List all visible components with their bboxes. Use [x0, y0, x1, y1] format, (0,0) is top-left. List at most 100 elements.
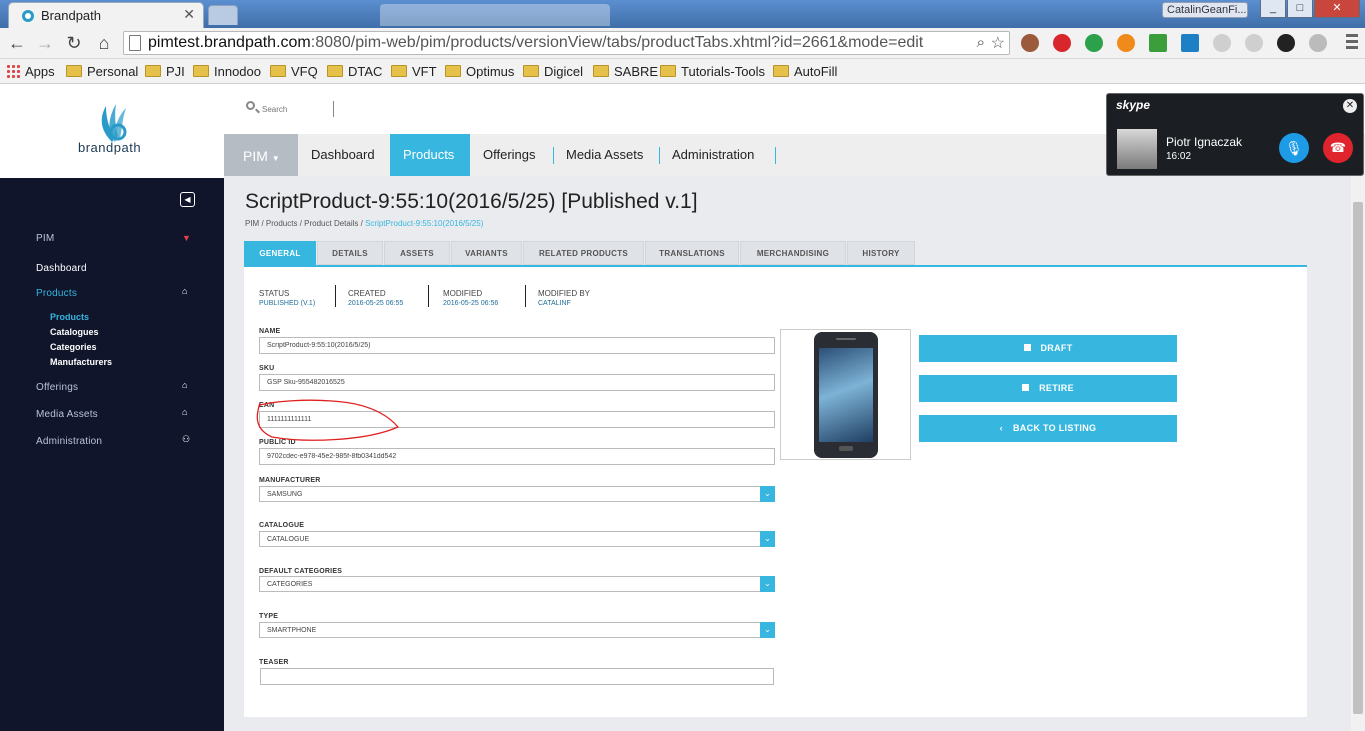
- bookmark-folder[interactable]: PJI: [145, 63, 185, 81]
- reload-icon[interactable]: ↻: [63, 32, 85, 54]
- sidebar-subitem-products[interactable]: Products: [50, 312, 89, 322]
- close-tab-icon[interactable]: ✕: [183, 6, 195, 23]
- background-window-tab: [380, 4, 610, 26]
- public-id-field[interactable]: [259, 448, 775, 465]
- bookmark-folder[interactable]: Tutorials-Tools: [660, 63, 765, 81]
- bookmark-folder[interactable]: Personal: [66, 63, 138, 81]
- search-extension-icon[interactable]: [1213, 34, 1231, 52]
- sidebar-subitem-catalogues[interactable]: Catalogues: [50, 327, 99, 337]
- tab-assets[interactable]: ASSETS: [384, 241, 450, 265]
- zoom-icon[interactable]: ⌕: [977, 34, 985, 51]
- search-input[interactable]: [262, 101, 334, 117]
- extension-beta-icon[interactable]: [1181, 34, 1199, 52]
- extension-icon[interactable]: [1021, 34, 1039, 52]
- tab-translations[interactable]: TRANSLATIONS: [645, 241, 739, 265]
- nav-media-assets[interactable]: Media Assets: [553, 134, 656, 176]
- adblock-icon[interactable]: [1053, 34, 1071, 52]
- phone-speaker: [836, 338, 856, 340]
- extension-icon[interactable]: [1277, 34, 1295, 52]
- back-to-listing-button[interactable]: ‹ BACK TO LISTING: [919, 415, 1177, 442]
- sidebar-item-dashboard[interactable]: Dashboard: [36, 263, 87, 274]
- chevron-down-icon[interactable]: ⌄: [760, 622, 775, 638]
- home-icon[interactable]: ⌂: [93, 32, 115, 54]
- brandpath-logo-icon[interactable]: [92, 102, 132, 142]
- bookmark-apps[interactable]: Apps: [6, 63, 55, 81]
- tab-details[interactable]: DETAILS: [317, 241, 383, 265]
- default-categories-select[interactable]: CATEGORIES ⌄: [259, 576, 775, 592]
- extension-icon[interactable]: [1117, 34, 1135, 52]
- bookmark-folder[interactable]: VFQ: [270, 63, 318, 81]
- bookmark-folder[interactable]: Digicel: [523, 63, 583, 81]
- tab-history[interactable]: HISTORY: [847, 241, 915, 265]
- breadcrumb-link[interactable]: Product Details: [304, 219, 358, 228]
- close-icon[interactable]: ✕: [1343, 99, 1357, 113]
- back-arrow-icon[interactable]: ←: [6, 32, 28, 54]
- status-value: PUBLISHED (V.1): [259, 300, 316, 307]
- name-field[interactable]: [259, 337, 775, 354]
- sidebar-subitem-categories[interactable]: Categories: [50, 342, 97, 352]
- breadcrumb-link[interactable]: PIM: [245, 219, 259, 228]
- bookmark-folder[interactable]: Optimus: [445, 63, 514, 81]
- bookmark-folder[interactable]: AutoFill: [773, 63, 837, 81]
- profile-badge[interactable]: CatalinGeanFi...: [1162, 2, 1248, 18]
- maximize-window-button[interactable]: □: [1287, 0, 1313, 18]
- bookmark-folder[interactable]: VFT: [391, 63, 437, 81]
- browser-menu-icon[interactable]: [1346, 34, 1358, 52]
- modified-label: MODIFIED: [443, 289, 483, 298]
- draft-button[interactable]: DRAFT: [919, 335, 1177, 362]
- extension-new-icon[interactable]: [1085, 34, 1103, 52]
- sidebar-item-products[interactable]: Products: [36, 288, 77, 299]
- tab-variants[interactable]: VARIANTS: [451, 241, 522, 265]
- bookmark-folder[interactable]: DTAC: [327, 63, 382, 81]
- chevron-down-icon[interactable]: ⌄: [760, 576, 775, 592]
- search-extension-icon[interactable]: [1245, 34, 1263, 52]
- pim-module-dropdown[interactable]: PIM ▼: [224, 134, 298, 176]
- bookmark-folder[interactable]: SABRE: [593, 63, 658, 81]
- tab-related-products[interactable]: RELATED PRODUCTS: [523, 241, 644, 265]
- manufacturer-select[interactable]: SAMSUNG ⌄: [259, 486, 775, 502]
- folder-icon: [660, 65, 676, 77]
- type-select[interactable]: SMARTPHONE ⌄: [259, 622, 775, 638]
- mute-microphone-icon[interactable]: 🎙: [1279, 133, 1309, 163]
- sidebar-item-administration[interactable]: Administration: [36, 436, 102, 447]
- forward-arrow-icon[interactable]: →: [34, 32, 56, 54]
- nav-offerings[interactable]: Offerings: [470, 134, 549, 176]
- extension-icon[interactable]: [1149, 34, 1167, 52]
- sidebar-item-media-assets[interactable]: Media Assets: [36, 409, 98, 420]
- sidebar-subitem-manufacturers[interactable]: Manufacturers: [50, 357, 112, 367]
- nav-dashboard[interactable]: Dashboard: [298, 134, 388, 176]
- tab-merchandising[interactable]: MERCHANDISING: [740, 241, 846, 265]
- folder-icon: [445, 65, 461, 77]
- logo-area: brandpath: [0, 84, 224, 178]
- product-image[interactable]: [780, 329, 911, 460]
- browser-tab[interactable]: Brandpath ✕: [8, 2, 204, 28]
- chevron-down-icon[interactable]: ⌄: [760, 486, 775, 502]
- page-scrollbar[interactable]: [1351, 176, 1365, 731]
- scrollbar-thumb[interactable]: [1353, 202, 1363, 714]
- address-bar[interactable]: pimtest.brandpath.com:8080/pim-web/pim/p…: [123, 31, 1010, 55]
- teaser-field[interactable]: [260, 668, 774, 685]
- draft-icon: [1023, 344, 1031, 351]
- hang-up-icon[interactable]: ☎: [1323, 133, 1353, 163]
- type-value: SMARTPHONE: [267, 627, 317, 634]
- close-window-button[interactable]: ✕: [1314, 0, 1360, 18]
- minimize-window-button[interactable]: _: [1260, 0, 1286, 18]
- chevron-down-icon[interactable]: ⌄: [760, 531, 775, 547]
- retire-icon: [1022, 384, 1030, 391]
- nav-administration[interactable]: Administration: [659, 134, 767, 176]
- breadcrumb-link[interactable]: Products: [266, 219, 298, 228]
- collapse-sidebar-icon[interactable]: ◀: [180, 192, 195, 207]
- chevron-down-icon[interactable]: ▼: [182, 233, 191, 243]
- sidebar-item-pim[interactable]: PIM: [36, 233, 54, 244]
- sku-field[interactable]: [259, 374, 775, 391]
- sidebar-item-offerings[interactable]: Offerings: [36, 382, 78, 393]
- bookmark-star-icon[interactable]: ☆: [991, 33, 1005, 53]
- tab-general[interactable]: GENERAL: [244, 241, 316, 265]
- url-text[interactable]: pimtest.brandpath.com:8080/pim-web/pim/p…: [148, 34, 923, 52]
- retire-button[interactable]: RETIRE: [919, 375, 1177, 402]
- catalogue-select[interactable]: CATALOGUE ⌄: [259, 531, 775, 547]
- bookmark-folder[interactable]: Innodoo: [193, 63, 261, 81]
- new-tab-button[interactable]: [208, 5, 238, 25]
- nav-products[interactable]: Products: [390, 134, 470, 176]
- extension-icon[interactable]: [1309, 34, 1327, 52]
